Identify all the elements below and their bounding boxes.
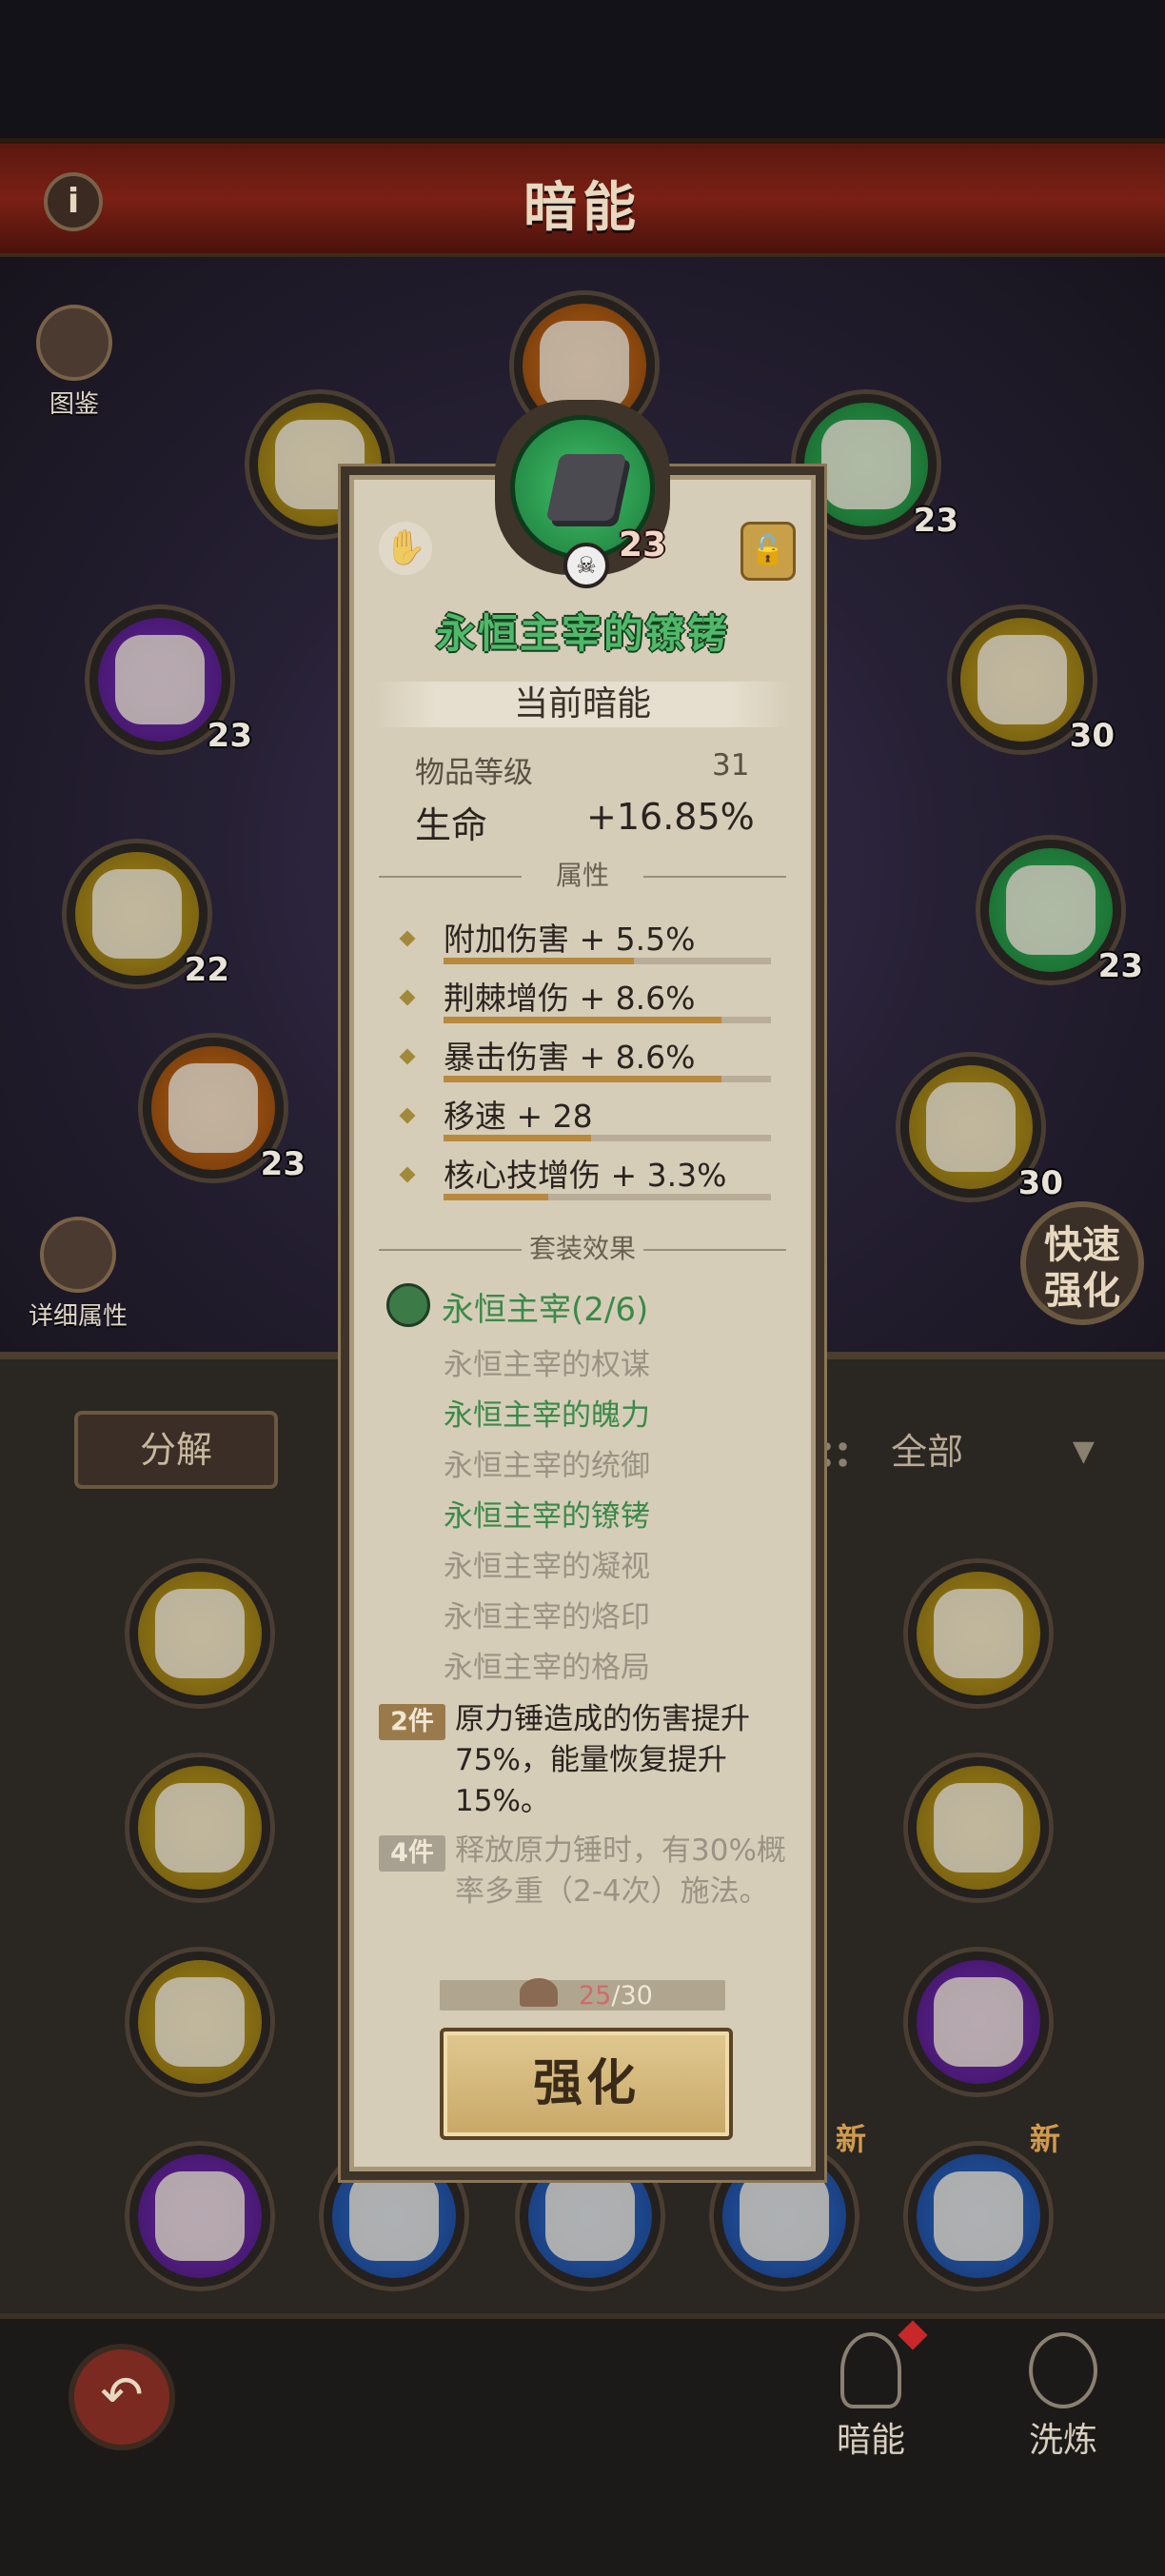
set-piece: 永恒主宰的格局 [444,1651,650,1685]
equip-slot-boots[interactable]: 30 [900,1057,1063,1202]
skull-icon: ☠ [563,543,609,588]
chevron-down-icon: ▼ [1072,1435,1095,1468]
equip-slot-shackle[interactable]: 23 [980,840,1143,985]
attribute-row: 移速 + 28 [399,1091,780,1150]
new-badge: 新 [836,2121,867,2157]
gloves-icon [934,1783,1023,1873]
equip-slot-pants[interactable]: 23 [143,1038,306,1183]
equip-slot-gloves[interactable]: 30 [952,609,1115,755]
main-stat-value: +16.85% [586,796,755,838]
set-piece: 永恒主宰的权谋 [444,1348,650,1382]
new-badge: 新 [1030,2121,1061,2157]
set-effect-divider: 套装效果 [379,1230,786,1268]
decompose-button[interactable]: 分解 [74,1411,278,1489]
set-name: 永恒主宰(2/6) [442,1291,649,1329]
material-current: 25 [579,1981,612,2011]
helmet-icon [155,1783,245,1873]
equip-slot-ring[interactable]: 22 [67,843,229,989]
amulet-icon [155,2171,245,2261]
detail-stats-button[interactable]: 详细属性 [19,1217,137,1332]
bonus-4-text: 释放原力锤时，有30%概率多重（2-4次）施法。 [455,1833,786,1909]
bonus-2-tag: 2件 [379,1704,445,1740]
attribute-row: 荆棘增伤 + 8.6% [399,973,780,1032]
boots-icon [926,1082,1016,1172]
chest-icon [821,420,911,509]
material-total: /30 [611,1981,653,2011]
detail-stats-label: 详细属性 [28,1302,128,1331]
info-icon[interactable]: i [44,172,103,231]
attributes-divider: 属性 [379,857,786,895]
pants-icon [168,1063,258,1153]
gloves-icon [977,635,1067,724]
weapon-icon [545,2171,635,2261]
item-level-label: 物品等级 [415,756,533,790]
set-piece: 永恒主宰的统御 [444,1449,650,1483]
quick-enhance-button[interactable]: 快速强化 [1020,1201,1144,1325]
codex-button[interactable]: 图鉴 [27,305,122,420]
skull-helmet-icon [349,2171,439,2261]
armor-icon [740,2171,829,2261]
item-level-value: 31 [712,748,750,783]
set-skull-icon [386,1283,430,1327]
inventory-item[interactable] [129,2146,270,2287]
helmet-icon [540,321,629,410]
gauntlet-icon [155,1977,245,2067]
codex-label: 图鉴 [49,390,99,419]
equip-slot-amulet[interactable]: 23 [89,609,252,755]
current-dark-energy-label: 当前暗能 [373,682,792,727]
boots-icon [934,2171,1023,2261]
inventory-item[interactable] [129,1563,270,1704]
glove-icon[interactable]: ✋ [379,522,432,575]
tab-refine[interactable]: 洗炼 [1011,2332,1116,2462]
book-icon [36,305,112,381]
item-badge: ☠ 23 [495,400,670,588]
tab-refine-label: 洗炼 [1028,2421,1097,2460]
inventory-item[interactable] [129,1757,270,1898]
attribute-row: 核心技增伤 + 3.3% [399,1150,780,1209]
back-icon[interactable]: ↶ [69,2344,175,2450]
tab-dark-energy-label: 暗能 [836,2421,905,2460]
refine-icon [1029,2332,1097,2408]
inventory-item[interactable] [908,1757,1049,1898]
inventory-item[interactable] [129,1952,270,2092]
bottom-nav [0,2313,1165,2576]
attribute-row: 暴击伤害 + 8.6% [399,1032,780,1091]
attribute-row: 附加伤害 + 5.5% [399,914,780,973]
bonus-4-tag: 4件 [379,1835,445,1872]
amulet-icon [115,635,205,724]
bonus-2-text: 原力锤造成的伤害提升75%，能量恢复提升15%。 [455,1702,750,1818]
lock-icon[interactable]: 🔓 [740,522,796,581]
enhance-button[interactable]: 强化 [440,2028,733,2140]
inventory-item[interactable] [908,1952,1049,2092]
top-bar: 暗能 i [0,138,1165,263]
set-piece: 永恒主宰的凝视 [444,1550,650,1584]
inventory-item[interactable] [908,1563,1049,1704]
ring-icon [92,869,182,959]
shackle-icon [545,454,627,521]
belt-icon [934,1977,1023,2067]
shackle-icon [1006,865,1096,955]
stats-icon [40,1217,116,1293]
set-piece: 永恒主宰的镣铐 [444,1499,650,1534]
page-title: 暗能 [523,177,642,239]
filter-dropdown[interactable]: 全部 ▼ [819,1418,1095,1485]
filter-label: 全部 [891,1431,964,1473]
item-name: 永恒主宰的镣铐 [435,610,729,657]
tab-dark-energy[interactable]: 暗能 [819,2332,923,2462]
ore-icon [520,1978,558,2007]
set-piece: 永恒主宰的魄力 [444,1398,650,1433]
sword-icon [155,1589,245,1678]
set-piece: 永恒主宰的烙印 [444,1600,650,1635]
main-stat-label: 生命 [415,804,488,846]
inventory-item[interactable] [908,2146,1049,2287]
material-count: 25/30 [579,1981,653,2011]
dark-energy-icon [840,2332,901,2408]
shoulder-icon [934,1589,1023,1678]
item-level-badge: 23 [619,525,667,565]
